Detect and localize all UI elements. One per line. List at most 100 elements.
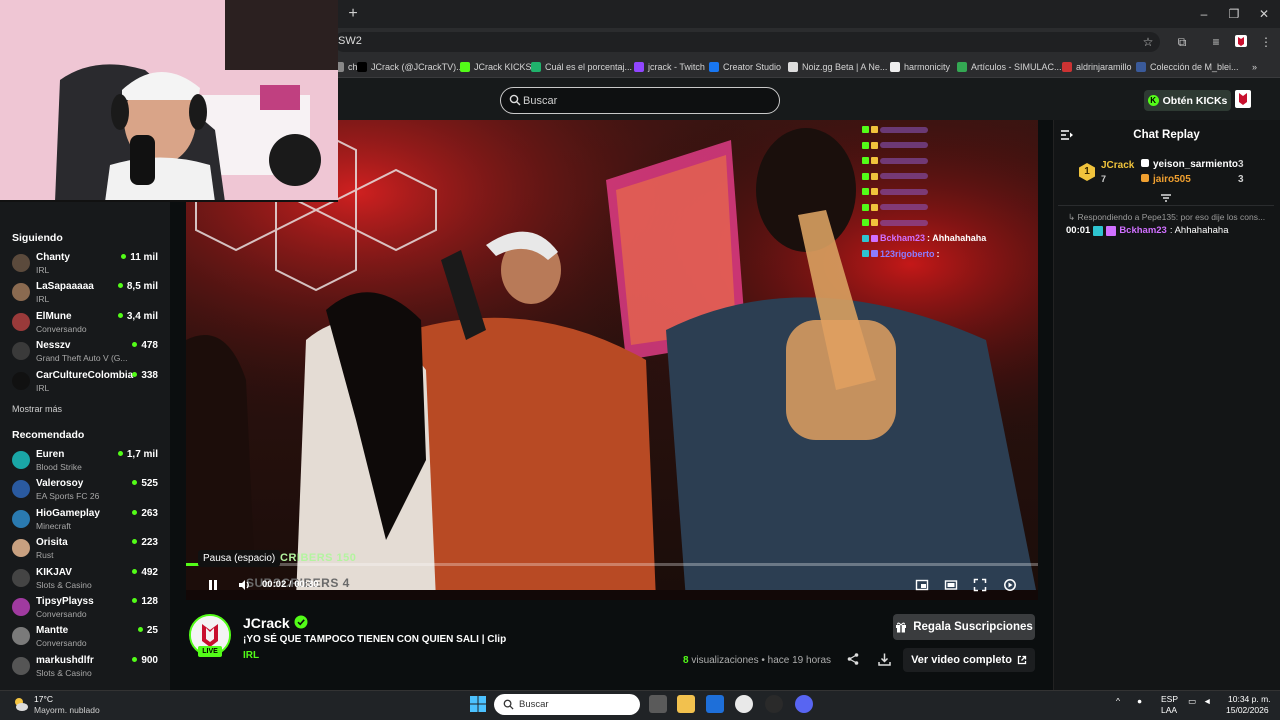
- channel-row[interactable]: Euren Blood Strike 1,7 mil: [0, 447, 170, 475]
- gift-subscriptions-label: Regala Suscripciones: [913, 621, 1033, 633]
- miniplayer-icon[interactable]: [915, 578, 929, 592]
- microphone-icon[interactable]: ●: [1137, 696, 1142, 706]
- bookmark-item[interactable]: harmonicity: [890, 60, 950, 74]
- bookmark-item[interactable]: Creator Studio: [709, 60, 781, 74]
- download-icon[interactable]: [877, 652, 892, 667]
- badge-icon: [871, 188, 878, 196]
- bookmark-item[interactable]: Colección de M_blei...: [1136, 60, 1239, 74]
- volume-icon[interactable]: [237, 578, 251, 592]
- bookmark-label: Creator Studio: [723, 62, 782, 72]
- channel-row[interactable]: Nesszv Grand Theft Auto V (G... 478: [0, 338, 170, 366]
- channel-row[interactable]: TipsyPlayss Conversando 128: [0, 594, 170, 622]
- bookmark-favicon-icon: [788, 62, 798, 72]
- channel-row[interactable]: Chanty IRL 11 mil: [0, 250, 170, 278]
- task-view-icon[interactable]: [649, 695, 667, 713]
- mail-icon[interactable]: [706, 695, 724, 713]
- channel-row[interactable]: Mantte Conversando 25: [0, 623, 170, 651]
- windows-start-icon[interactable]: [470, 696, 486, 712]
- bookmark-favicon-icon: [460, 62, 470, 72]
- view-stats-text: visualizaciones • hace 19 horas: [688, 655, 832, 666]
- close-window-button[interactable]: ✕: [1254, 6, 1274, 22]
- channel-row[interactable]: Orisita Rust 223: [0, 535, 170, 563]
- view-full-video-button[interactable]: Ver video completo: [903, 648, 1035, 672]
- share-icon[interactable]: [846, 652, 860, 666]
- media-controls-icon[interactable]: ≡: [1208, 34, 1224, 50]
- obs-icon[interactable]: [765, 695, 783, 713]
- language-indicator[interactable]: ESP: [1161, 694, 1178, 704]
- tray-overflow-icon[interactable]: ^: [1116, 696, 1120, 706]
- theater-mode-icon[interactable]: [944, 578, 958, 592]
- channel-row[interactable]: HioGameplay Minecraft 263: [0, 506, 170, 534]
- video-progress-bar[interactable]: [186, 563, 1038, 566]
- viewer-count: 900: [132, 655, 158, 666]
- chrome-icon[interactable]: [735, 695, 753, 713]
- bookmark-item[interactable]: JCrack KICKS: [460, 60, 532, 74]
- reply-context-text: Respondiendo a Pepe135: por eso dije los…: [1077, 212, 1266, 222]
- weather-temperature[interactable]: 17°C: [34, 694, 53, 704]
- leaderboard-entry[interactable]: jairo505: [1141, 174, 1191, 185]
- channel-name[interactable]: JCrack: [243, 615, 290, 631]
- bookmarks-more-button[interactable]: »: [1252, 60, 1257, 74]
- overlay-chat-row: Bckham23: Ahhahahaha: [862, 231, 1038, 247]
- minimize-button[interactable]: –: [1194, 6, 1214, 22]
- expand-leaderboard-icon[interactable]: [1160, 194, 1172, 204]
- get-kicks-label: Obtén KICKs: [1162, 94, 1228, 107]
- browser-menu-icon[interactable]: ⋮: [1258, 34, 1274, 50]
- bookmark-item[interactable]: Cuál es el porcentaj...: [531, 60, 632, 74]
- taskbar-search[interactable]: [494, 694, 640, 715]
- discord-icon[interactable]: [795, 695, 813, 713]
- channel-avatar-icon: [12, 480, 30, 499]
- weather-description[interactable]: Mayorm. nublado: [34, 705, 100, 715]
- maximize-button[interactable]: ❐: [1224, 6, 1244, 22]
- channel-row[interactable]: KIKJAV Slots & Casino 492: [0, 565, 170, 593]
- viewer-count: 8,5 mil: [118, 281, 158, 292]
- channel-row[interactable]: ElMune Conversando 3,4 mil: [0, 309, 170, 337]
- badge-icon: [862, 172, 869, 180]
- bookmark-item[interactable]: Artículos - SIMULAC...: [957, 60, 1062, 74]
- message-username[interactable]: Bckham23: [1119, 225, 1167, 236]
- channel-row[interactable]: LaSapaaaaa IRL 8,5 mil: [0, 279, 170, 307]
- clock-time[interactable]: 10:34 p. m.: [1228, 694, 1271, 704]
- channel-name: Valerosoy: [36, 478, 84, 490]
- overlay-chat-row: [862, 184, 1038, 200]
- leaderboard-entry[interactable]: yeison_sarmiento: [1141, 159, 1238, 170]
- clock-date[interactable]: 15/02/2026: [1226, 705, 1269, 715]
- fullscreen-icon[interactable]: [973, 578, 987, 592]
- channel-name: LaSapaaaaa: [36, 281, 94, 293]
- language-layout[interactable]: LAA: [1161, 705, 1177, 715]
- file-explorer-icon[interactable]: [677, 695, 695, 713]
- bookmark-item[interactable]: Noiz.gg Beta | A Ne...: [788, 60, 887, 74]
- bookmark-item[interactable]: JCrack (@JCrackTV)...: [357, 60, 464, 74]
- viewer-count: 1,7 mil: [118, 449, 158, 460]
- bookmark-item[interactable]: jcrack - Twitch: [634, 60, 705, 74]
- new-tab-button[interactable]: +: [344, 5, 362, 23]
- network-icon[interactable]: ▭: [1188, 696, 1196, 707]
- webcam-overlay: [0, 0, 338, 202]
- show-more-link[interactable]: Mostrar más: [12, 404, 62, 414]
- overlay-chat-row: [862, 200, 1038, 216]
- badge-icon: [871, 141, 878, 149]
- weather-cloud-icon[interactable]: [12, 695, 30, 713]
- category-link[interactable]: IRL: [243, 650, 259, 661]
- settings-icon[interactable]: [1003, 578, 1017, 592]
- bookmark-label: Noiz.gg Beta | A Ne...: [802, 62, 888, 72]
- top-gifter-name[interactable]: JCrack: [1101, 160, 1134, 171]
- badge-icon: [862, 234, 869, 242]
- pause-button[interactable]: [206, 578, 220, 592]
- channel-row[interactable]: CarCultureColombia IRL 338: [0, 368, 170, 396]
- extensions-icon[interactable]: ⧉: [1174, 34, 1190, 50]
- profile-icon[interactable]: [1233, 34, 1249, 50]
- bookmark-item[interactable]: aldrinjaramillo: [1062, 60, 1132, 74]
- user-avatar[interactable]: [1235, 90, 1251, 108]
- gift-subscriptions-button[interactable]: Regala Suscripciones: [893, 614, 1035, 640]
- channel-avatar-icon: [12, 627, 30, 646]
- channel-category: Rust: [36, 550, 54, 561]
- channel-row[interactable]: markushdlfr Slots & Casino 900: [0, 653, 170, 681]
- bookmark-star-icon[interactable]: ☆: [1140, 34, 1156, 50]
- channel-row[interactable]: Valerosoy EA Sports FC 26 525: [0, 476, 170, 504]
- channel-avatar-icon: [12, 451, 30, 469]
- get-kicks-button[interactable]: K Obtén KICKs: [1144, 90, 1231, 111]
- address-bar[interactable]: [334, 32, 1160, 52]
- speaker-icon[interactable]: ◄: [1203, 696, 1211, 706]
- url-text[interactable]: SW2: [338, 35, 362, 47]
